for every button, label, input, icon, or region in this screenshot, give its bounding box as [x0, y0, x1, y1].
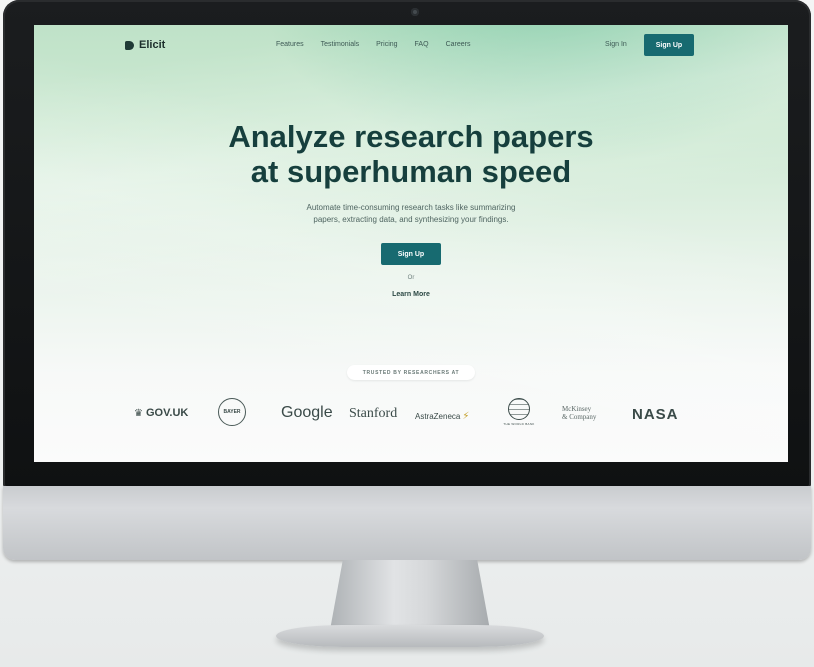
- nav-link-testimonials[interactable]: Testimonials: [321, 41, 360, 48]
- logo-mckinsey: McKinsey & Company: [562, 405, 596, 421]
- hero-subtitle: Automate time-consuming research tasks l…: [34, 202, 788, 226]
- logo-text: Elicit: [139, 39, 166, 51]
- astrazeneca-mark-icon: ⚡: [462, 411, 470, 422]
- sign-in-link[interactable]: Sign In: [605, 41, 627, 48]
- monitor-stand-foot: [276, 625, 544, 647]
- hero-subtitle-line2: papers, extracting data, and synthesizin…: [313, 215, 509, 224]
- hero-title-line2: at superhuman speed: [250, 154, 572, 189]
- sign-up-button-nav[interactable]: Sign Up: [644, 34, 694, 56]
- logo-astrazeneca: AstraZeneca ⚡: [415, 411, 469, 422]
- logo-nasa: NASA: [632, 406, 679, 423]
- nav-link-faq[interactable]: FAQ: [415, 41, 429, 48]
- hero-title-line1: Analyze research papers: [228, 119, 594, 154]
- trusted-badge: TRUSTED BY RESEARCHERS AT: [347, 365, 475, 380]
- logo-world-bank: THE WORLD BANK: [497, 398, 541, 426]
- hero-subtitle-line1: Automate time-consuming research tasks l…: [306, 203, 516, 212]
- camera-icon: [411, 8, 419, 16]
- or-text: Or: [407, 275, 415, 281]
- browser-screen: Elicit Features Testimonials Pricing FAQ…: [34, 25, 788, 462]
- logo-stanford: Stanford: [349, 406, 398, 421]
- nav-link-features[interactable]: Features: [276, 41, 304, 48]
- globe-icon: [508, 398, 530, 420]
- monitor-chin: [3, 486, 811, 560]
- nav-links: Features Testimonials Pricing FAQ Career…: [276, 41, 470, 48]
- logo-google: Google: [281, 404, 333, 421]
- top-nav: Elicit Features Testimonials Pricing FAQ…: [34, 25, 788, 67]
- nav-link-pricing[interactable]: Pricing: [376, 41, 397, 48]
- monitor-stand-neck: [330, 560, 490, 630]
- hero-title: Analyze research papers at superhuman sp…: [34, 119, 788, 189]
- crown-icon: ♛: [134, 407, 143, 419]
- sign-up-button-hero[interactable]: Sign Up: [381, 243, 441, 265]
- logo-mckinsey-line1: McKinsey: [562, 405, 592, 413]
- customer-logos: ♛ GOV.UK BAYER Google Stanford AstraZene…: [34, 395, 788, 435]
- logo-world-bank-text: THE WORLD BANK: [503, 422, 535, 426]
- logo-gov-uk-text: GOV.UK: [145, 407, 189, 419]
- logo-bayer: BAYER: [218, 398, 246, 426]
- logo-astrazeneca-text: AstraZeneca: [415, 412, 461, 421]
- logo-mckinsey-line2: & Company: [562, 413, 597, 421]
- logo-gov-uk: ♛ GOV.UK: [134, 407, 188, 419]
- elicit-logo-icon: [125, 40, 134, 50]
- learn-more-link[interactable]: Learn More: [34, 291, 788, 298]
- elicit-logo[interactable]: Elicit: [125, 39, 165, 51]
- nav-link-careers[interactable]: Careers: [446, 41, 471, 48]
